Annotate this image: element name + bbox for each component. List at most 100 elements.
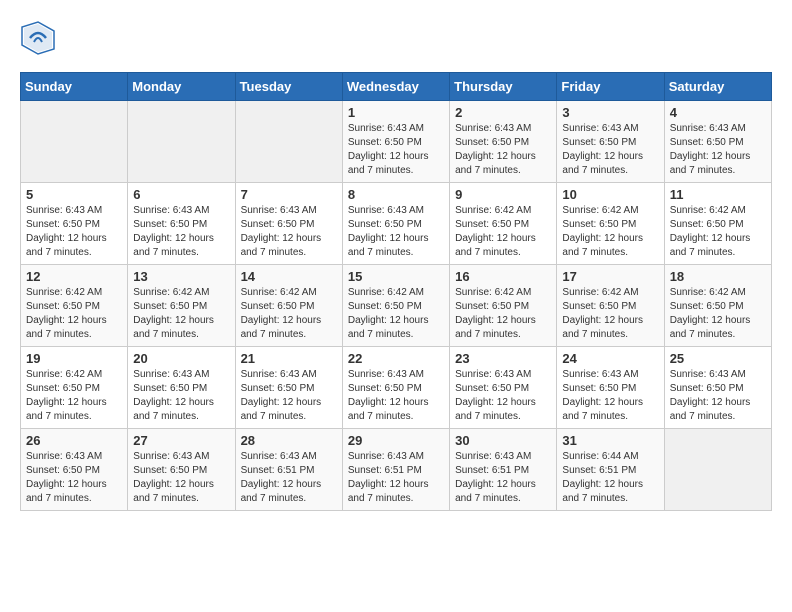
calendar-cell: 26 Sunrise: 6:43 AMSunset: 6:50 PMDayligh… bbox=[21, 429, 128, 511]
day-info: Sunrise: 6:42 AMSunset: 6:50 PMDaylight:… bbox=[455, 204, 551, 260]
day-number: 22 bbox=[348, 351, 444, 366]
day-number: 6 bbox=[133, 187, 229, 202]
calendar-cell bbox=[664, 429, 771, 511]
calendar-cell: 11 Sunrise: 6:42 AMSunset: 6:50 PMDayligh… bbox=[664, 183, 771, 265]
day-info: Sunrise: 6:42 AMSunset: 6:50 PMDaylight:… bbox=[562, 286, 658, 342]
calendar-cell: 15Sunrise: 6:42 AMSunset: 6:50 PMDayligh… bbox=[342, 265, 449, 347]
logo bbox=[20, 20, 62, 56]
calendar-cell: 13 Sunrise: 6:42 AMSunset: 6:50 PMDayligh… bbox=[128, 265, 235, 347]
day-number: 29 bbox=[348, 433, 444, 448]
day-number: 13 bbox=[133, 269, 229, 284]
weekday-header-saturday: Saturday bbox=[664, 73, 771, 101]
day-number: 25 bbox=[670, 351, 766, 366]
calendar-cell: 31Sunrise: 6:44 AMSunset: 6:51 PMDayligh… bbox=[557, 429, 664, 511]
day-number: 30 bbox=[455, 433, 551, 448]
calendar-cell: 23 Sunrise: 6:43 AMSunset: 6:50 PMDayligh… bbox=[450, 347, 557, 429]
day-info: Sunrise: 6:43 AMSunset: 6:50 PMDaylight:… bbox=[133, 204, 229, 260]
calendar-cell: 2 Sunrise: 6:43 AMSunset: 6:50 PMDaylight… bbox=[450, 101, 557, 183]
day-info: Sunrise: 6:42 AMSunset: 6:50 PMDaylight:… bbox=[348, 286, 444, 342]
weekday-header-sunday: Sunday bbox=[21, 73, 128, 101]
day-number: 7 bbox=[241, 187, 337, 202]
day-info: Sunrise: 6:43 AMSunset: 6:50 PMDaylight:… bbox=[241, 368, 337, 424]
day-number: 5 bbox=[26, 187, 122, 202]
calendar-cell bbox=[128, 101, 235, 183]
calendar-cell: 16Sunrise: 6:42 AMSunset: 6:50 PMDayligh… bbox=[450, 265, 557, 347]
calendar-cell: 30 Sunrise: 6:43 AMSunset: 6:51 PMDayligh… bbox=[450, 429, 557, 511]
day-number: 23 bbox=[455, 351, 551, 366]
calendar-cell: 17 Sunrise: 6:42 AMSunset: 6:50 PMDayligh… bbox=[557, 265, 664, 347]
day-info: Sunrise: 6:43 AMSunset: 6:51 PMDaylight:… bbox=[455, 450, 551, 506]
day-info: Sunrise: 6:43 AMSunset: 6:50 PMDaylight:… bbox=[348, 368, 444, 424]
day-number: 18 bbox=[670, 269, 766, 284]
calendar-cell: 6 Sunrise: 6:43 AMSunset: 6:50 PMDaylight… bbox=[128, 183, 235, 265]
day-number: 24 bbox=[562, 351, 658, 366]
calendar-cell: 27 Sunrise: 6:43 AMSunset: 6:50 PMDayligh… bbox=[128, 429, 235, 511]
calendar-cell bbox=[235, 101, 342, 183]
day-number: 21 bbox=[241, 351, 337, 366]
calendar-cell: 9 Sunrise: 6:42 AMSunset: 6:50 PMDaylight… bbox=[450, 183, 557, 265]
day-info: Sunrise: 6:43 AMSunset: 6:51 PMDaylight:… bbox=[241, 450, 337, 506]
calendar-cell: 7Sunrise: 6:43 AMSunset: 6:50 PMDaylight… bbox=[235, 183, 342, 265]
day-info: Sunrise: 6:43 AMSunset: 6:50 PMDaylight:… bbox=[562, 122, 658, 178]
day-number: 11 bbox=[670, 187, 766, 202]
logo-icon bbox=[20, 20, 56, 56]
day-info: Sunrise: 6:42 AMSunset: 6:50 PMDaylight:… bbox=[455, 286, 551, 342]
day-info: Sunrise: 6:43 AMSunset: 6:51 PMDaylight:… bbox=[348, 450, 444, 506]
day-number: 26 bbox=[26, 433, 122, 448]
day-info: Sunrise: 6:43 AMSunset: 6:50 PMDaylight:… bbox=[562, 368, 658, 424]
calendar-cell: 14Sunrise: 6:42 AMSunset: 6:50 PMDayligh… bbox=[235, 265, 342, 347]
calendar-cell: 29 Sunrise: 6:43 AMSunset: 6:51 PMDayligh… bbox=[342, 429, 449, 511]
weekday-header-friday: Friday bbox=[557, 73, 664, 101]
day-number: 1 bbox=[348, 105, 444, 120]
calendar-cell: 28 Sunrise: 6:43 AMSunset: 6:51 PMDayligh… bbox=[235, 429, 342, 511]
day-info: Sunrise: 6:43 AMSunset: 6:50 PMDaylight:… bbox=[133, 450, 229, 506]
calendar-cell: 19Sunrise: 6:42 AMSunset: 6:50 PMDayligh… bbox=[21, 347, 128, 429]
day-number: 31 bbox=[562, 433, 658, 448]
weekday-header-thursday: Thursday bbox=[450, 73, 557, 101]
day-info: Sunrise: 6:42 AMSunset: 6:50 PMDaylight:… bbox=[670, 286, 766, 342]
day-number: 4 bbox=[670, 105, 766, 120]
day-info: Sunrise: 6:43 AMSunset: 6:50 PMDaylight:… bbox=[455, 368, 551, 424]
day-number: 17 bbox=[562, 269, 658, 284]
calendar-cell: 21 Sunrise: 6:43 AMSunset: 6:50 PMDayligh… bbox=[235, 347, 342, 429]
day-number: 12 bbox=[26, 269, 122, 284]
day-info: Sunrise: 6:43 AMSunset: 6:50 PMDaylight:… bbox=[670, 368, 766, 424]
day-number: 10 bbox=[562, 187, 658, 202]
calendar-cell: 20 Sunrise: 6:43 AMSunset: 6:50 PMDayligh… bbox=[128, 347, 235, 429]
calendar-cell: 12 Sunrise: 6:42 AMSunset: 6:50 PMDayligh… bbox=[21, 265, 128, 347]
weekday-header-wednesday: Wednesday bbox=[342, 73, 449, 101]
day-info: Sunrise: 6:43 AMSunset: 6:50 PMDaylight:… bbox=[26, 204, 122, 260]
day-info: Sunrise: 6:43 AMSunset: 6:50 PMDaylight:… bbox=[455, 122, 551, 178]
day-info: Sunrise: 6:42 AMSunset: 6:50 PMDaylight:… bbox=[562, 204, 658, 260]
calendar-cell: 18 Sunrise: 6:42 AMSunset: 6:50 PMDayligh… bbox=[664, 265, 771, 347]
day-info: Sunrise: 6:43 AMSunset: 6:50 PMDaylight:… bbox=[348, 122, 444, 178]
day-info: Sunrise: 6:42 AMSunset: 6:50 PMDaylight:… bbox=[670, 204, 766, 260]
calendar-week-row: 12 Sunrise: 6:42 AMSunset: 6:50 PMDayligh… bbox=[21, 265, 772, 347]
day-info: Sunrise: 6:42 AMSunset: 6:50 PMDaylight:… bbox=[241, 286, 337, 342]
calendar-cell: 3 Sunrise: 6:43 AMSunset: 6:50 PMDaylight… bbox=[557, 101, 664, 183]
calendar-cell: 10 Sunrise: 6:42 AMSunset: 6:50 PMDayligh… bbox=[557, 183, 664, 265]
day-info: Sunrise: 6:43 AMSunset: 6:50 PMDaylight:… bbox=[133, 368, 229, 424]
day-number: 20 bbox=[133, 351, 229, 366]
calendar-week-row: 26 Sunrise: 6:43 AMSunset: 6:50 PMDayligh… bbox=[21, 429, 772, 511]
day-number: 2 bbox=[455, 105, 551, 120]
day-info: Sunrise: 6:42 AMSunset: 6:50 PMDaylight:… bbox=[133, 286, 229, 342]
day-number: 28 bbox=[241, 433, 337, 448]
day-info: Sunrise: 6:43 AMSunset: 6:50 PMDaylight:… bbox=[26, 450, 122, 506]
calendar-table: SundayMondayTuesdayWednesdayThursdayFrid… bbox=[20, 72, 772, 511]
day-info: Sunrise: 6:42 AMSunset: 6:50 PMDaylight:… bbox=[26, 286, 122, 342]
calendar-week-row: 19Sunrise: 6:42 AMSunset: 6:50 PMDayligh… bbox=[21, 347, 772, 429]
calendar-cell: 25 Sunrise: 6:43 AMSunset: 6:50 PMDayligh… bbox=[664, 347, 771, 429]
calendar-cell: 24 Sunrise: 6:43 AMSunset: 6:50 PMDayligh… bbox=[557, 347, 664, 429]
day-number: 8 bbox=[348, 187, 444, 202]
day-number: 9 bbox=[455, 187, 551, 202]
day-number: 27 bbox=[133, 433, 229, 448]
day-number: 3 bbox=[562, 105, 658, 120]
calendar-cell: 5 Sunrise: 6:43 AMSunset: 6:50 PMDaylight… bbox=[21, 183, 128, 265]
calendar-week-row: 5 Sunrise: 6:43 AMSunset: 6:50 PMDaylight… bbox=[21, 183, 772, 265]
weekday-header-tuesday: Tuesday bbox=[235, 73, 342, 101]
calendar-week-row: 1 Sunrise: 6:43 AMSunset: 6:50 PMDaylight… bbox=[21, 101, 772, 183]
day-info: Sunrise: 6:42 AMSunset: 6:50 PMDaylight:… bbox=[26, 368, 122, 424]
page-header bbox=[20, 20, 772, 56]
calendar-cell: 4Sunrise: 6:43 AMSunset: 6:50 PMDaylight… bbox=[664, 101, 771, 183]
